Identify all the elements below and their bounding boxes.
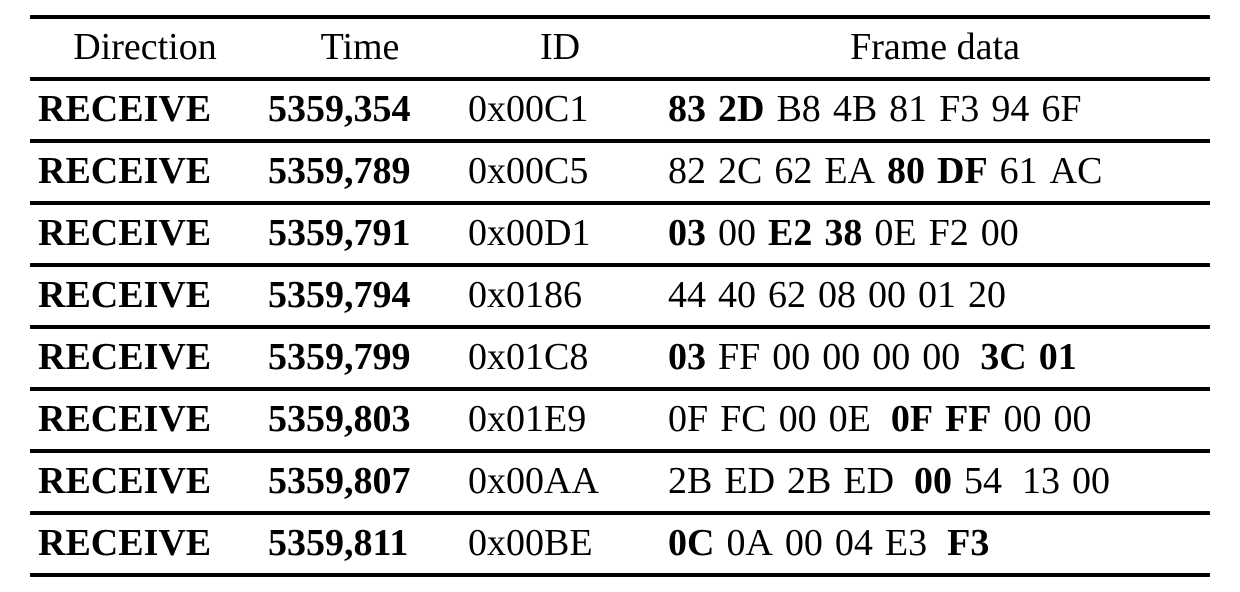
frame-table: Direction Time ID Frame data RECEIVE5359… [30,15,1210,577]
table-row: RECEIVE5359,8030x01E90FFC000E0FFF0000 [30,389,1210,451]
cell-direction: RECEIVE [30,265,260,327]
cell-frame-data: 0300E2380EF200 [660,203,1210,265]
cell-direction: RECEIVE [30,79,260,141]
cell-id: 0x00C1 [460,79,660,141]
col-header-time: Time [260,17,460,79]
cell-frame-data: 2BED2BED00541300 [660,451,1210,513]
cell-id: 0x01C8 [460,327,660,389]
cell-frame-data: 03FF000000003C01 [660,327,1210,389]
col-header-direction: Direction [30,17,260,79]
table-row: RECEIVE5359,8070x00AA2BED2BED00541300 [30,451,1210,513]
cell-direction: RECEIVE [30,203,260,265]
cell-id: 0x00D1 [460,203,660,265]
table-header-row: Direction Time ID Frame data [30,17,1210,79]
table-row: RECEIVE5359,7890x00C5822C62EA80DF61AC [30,141,1210,203]
cell-id: 0x01E9 [460,389,660,451]
table-row: RECEIVE5359,8110x00BE0C0A0004E3F3 [30,513,1210,575]
cell-time: 5359,803 [260,389,460,451]
cell-frame-data: 832DB84B81F3946F [660,79,1210,141]
cell-direction: RECEIVE [30,513,260,575]
cell-id: 0x00C5 [460,141,660,203]
cell-id: 0x0186 [460,265,660,327]
table-row: RECEIVE5359,7910x00D10300E2380EF200 [30,203,1210,265]
cell-time: 5359,791 [260,203,460,265]
table-row: RECEIVE5359,3540x00C1832DB84B81F3946F [30,79,1210,141]
cell-time: 5359,354 [260,79,460,141]
cell-time: 5359,811 [260,513,460,575]
cell-frame-data: 0C0A0004E3F3 [660,513,1210,575]
cell-direction: RECEIVE [30,451,260,513]
cell-frame-data: 44406208000120 [660,265,1210,327]
cell-time: 5359,794 [260,265,460,327]
cell-direction: RECEIVE [30,327,260,389]
table-row: RECEIVE5359,7990x01C803FF000000003C01 [30,327,1210,389]
col-header-frame: Frame data [660,17,1210,79]
cell-direction: RECEIVE [30,389,260,451]
col-header-id: ID [460,17,660,79]
cell-time: 5359,807 [260,451,460,513]
table-row: RECEIVE5359,7940x018644406208000120 [30,265,1210,327]
cell-direction: RECEIVE [30,141,260,203]
cell-frame-data: 822C62EA80DF61AC [660,141,1210,203]
cell-id: 0x00AA [460,451,660,513]
cell-frame-data: 0FFC000E0FFF0000 [660,389,1210,451]
cell-time: 5359,799 [260,327,460,389]
cell-time: 5359,789 [260,141,460,203]
cell-id: 0x00BE [460,513,660,575]
